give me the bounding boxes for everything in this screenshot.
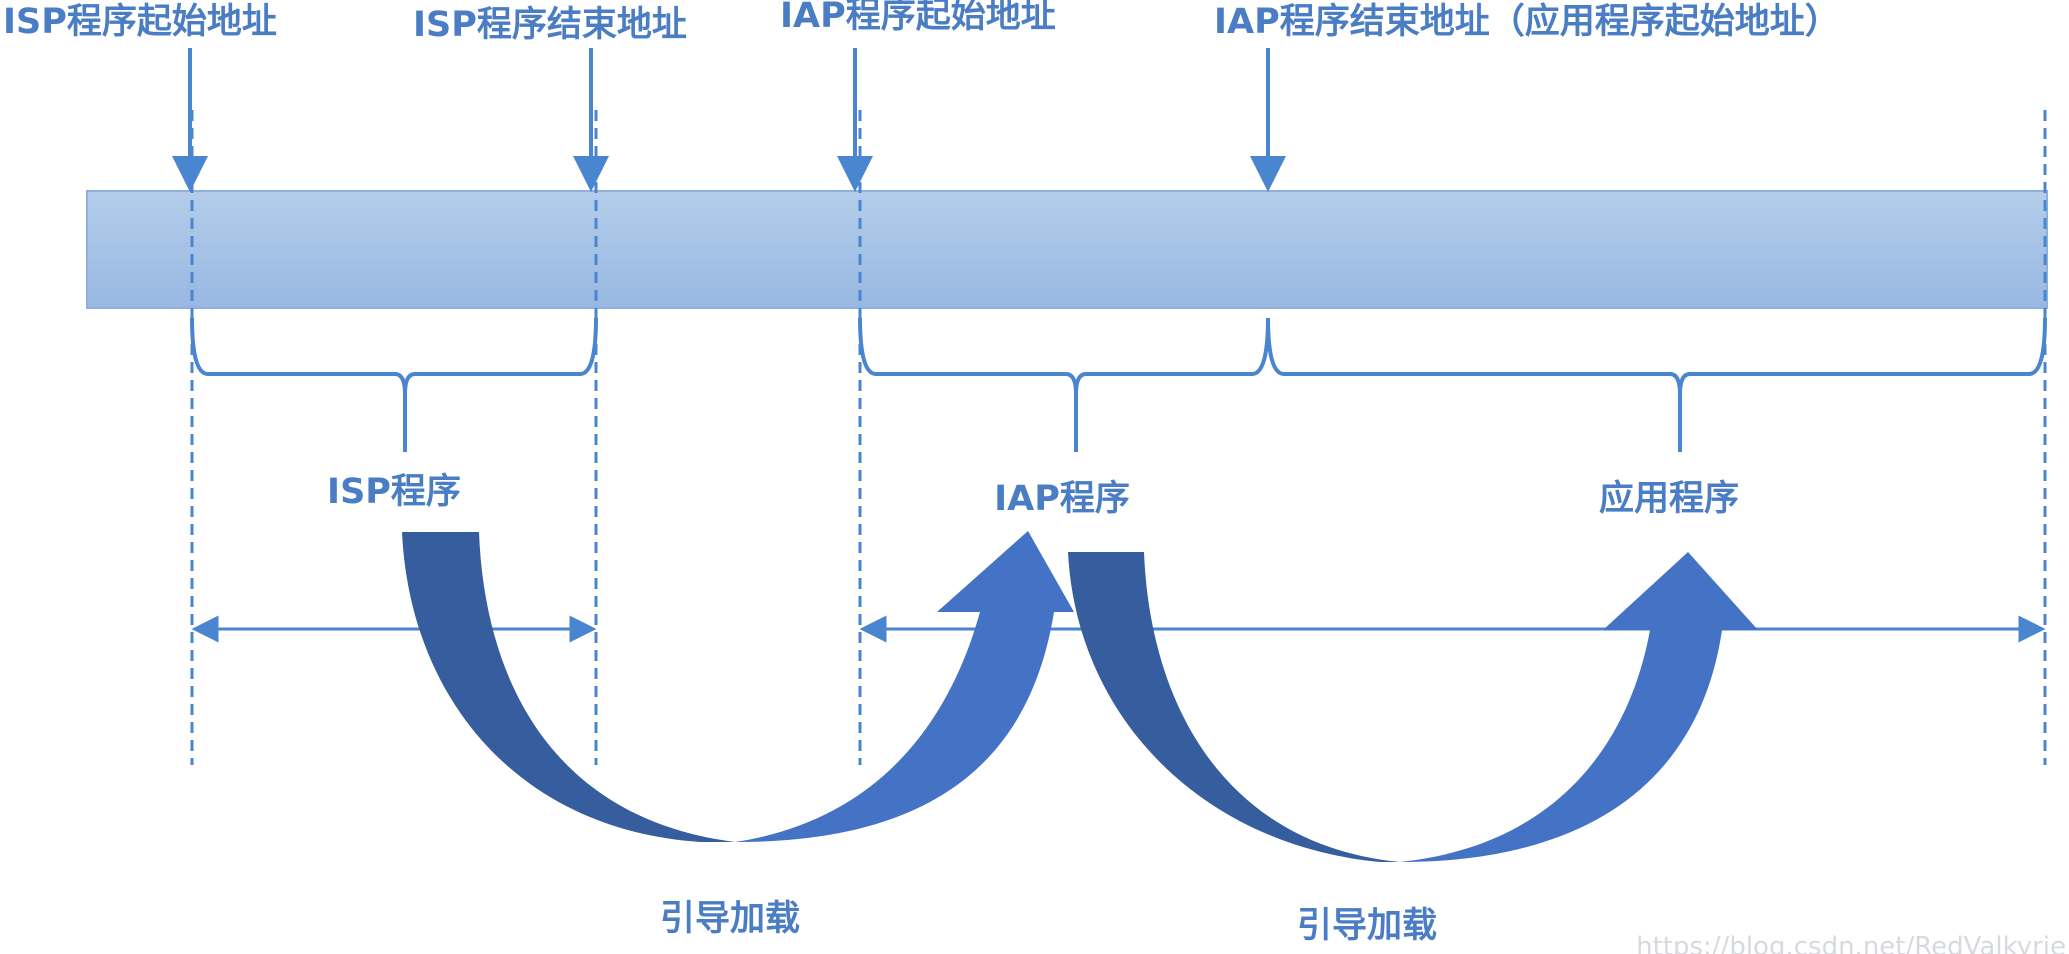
boot-arrow-1 [402, 531, 1074, 842]
boot-arrow-1-descending [402, 532, 735, 842]
iap-end-address-label: IAP程序结束地址（应用程序起始地址） [1214, 1, 1840, 42]
boot-memory-diagram: ISP程序起始地址 ISP程序结束地址 IAP程序起始地址 IAP程序结束地址（… [0, 0, 2069, 954]
boot-arrow-2-descending [1068, 552, 1400, 862]
isp-brace [190, 317, 598, 452]
address-pointers [172, 48, 1286, 192]
iap-segment-label: IAP程序 [994, 479, 1130, 519]
isp-start-address-label: ISP程序起始地址 [3, 2, 277, 42]
boot-load-label-1: 引导加载 [660, 899, 800, 939]
iap-brace [858, 317, 1270, 452]
boot-arrow-2 [1068, 552, 1758, 862]
boot-arrow-2-ascending [1400, 552, 1758, 862]
boot-load-label-2: 引导加载 [1297, 906, 1437, 946]
boot-arrow-1-ascending [735, 531, 1074, 842]
iap-start-address-label: IAP程序起始地址 [780, 0, 1056, 36]
app-brace [1266, 317, 2047, 452]
diagram-canvas: ISP程序起始地址 ISP程序结束地址 IAP程序起始地址 IAP程序结束地址（… [3, 0, 2066, 954]
isp-end-address-label: ISP程序结束地址 [413, 5, 687, 45]
memory-bar [86, 190, 2048, 309]
isp-segment-label: ISP程序 [327, 472, 461, 512]
braces [190, 317, 2047, 452]
app-segment-label: 应用程序 [1599, 478, 1739, 519]
watermark-url: https://blog.csdn.net/RedValkyrie [1636, 932, 2066, 954]
